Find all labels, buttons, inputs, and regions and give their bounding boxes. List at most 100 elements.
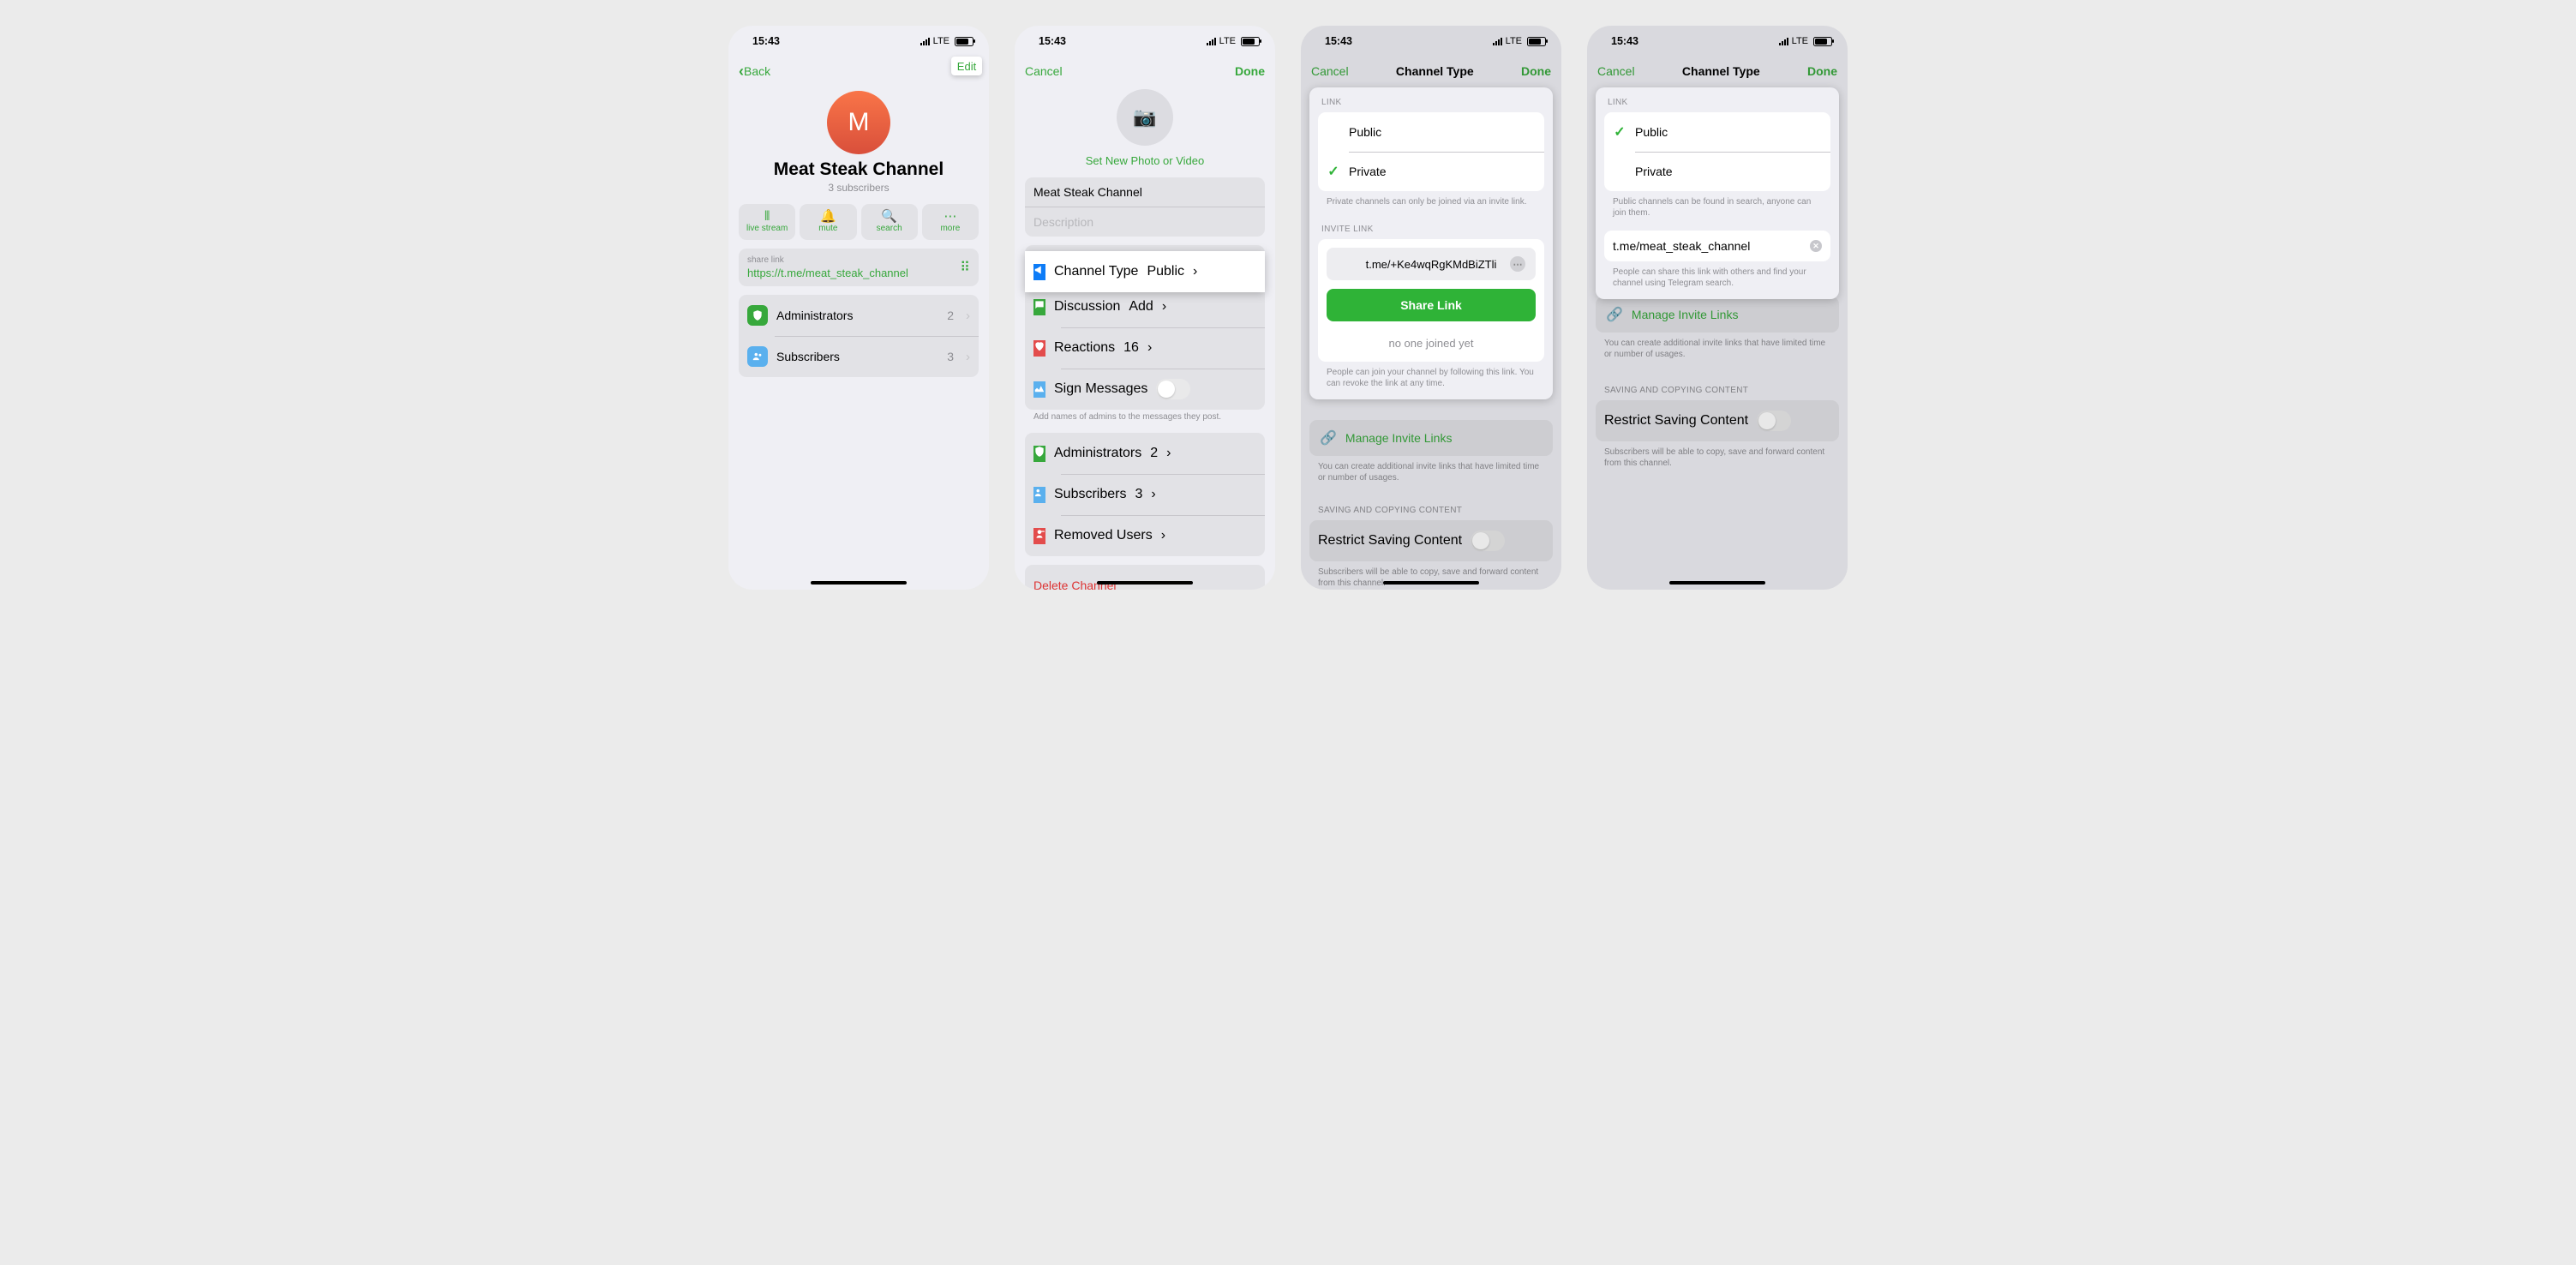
manage-footer: You can create additional invite links t… bbox=[1604, 338, 1830, 360]
set-photo-link[interactable]: Set New Photo or Video bbox=[1015, 154, 1275, 167]
pill-live-stream[interactable]: ⦀live stream bbox=[739, 204, 795, 240]
signal-icon bbox=[1493, 38, 1502, 45]
ellipsis-icon[interactable]: ⋯ bbox=[1510, 256, 1525, 272]
link-type-overlay: LINK ✓ Public Private Public channels ca… bbox=[1596, 87, 1839, 299]
row-reactions[interactable]: Reactions 16 › bbox=[1025, 327, 1265, 369]
row-discussion[interactable]: Discussion Add › bbox=[1025, 286, 1265, 327]
invite-header: INVITE LINK bbox=[1309, 214, 1553, 239]
chevron-right-icon: › bbox=[1147, 340, 1152, 356]
share-link-label: share link bbox=[747, 255, 908, 265]
channel-avatar[interactable]: M bbox=[827, 91, 890, 154]
public-footer: Public channels can be found in search, … bbox=[1613, 196, 1822, 219]
pill-mute[interactable]: 🔔mute bbox=[800, 204, 856, 240]
share-link-url: https://t.me/meat_steak_channel bbox=[747, 267, 908, 279]
search-icon: 🔍 bbox=[881, 211, 897, 223]
qr-icon[interactable]: ⠿ bbox=[960, 259, 970, 276]
chevron-right-icon: › bbox=[1193, 264, 1197, 279]
shield-icon bbox=[747, 305, 768, 326]
public-url-input[interactable]: t.me/meat_steak_channel ✕ bbox=[1604, 231, 1830, 261]
battery-icon bbox=[1241, 37, 1260, 46]
manage-footer-bg: You can create additional invite links t… bbox=[1318, 461, 1544, 483]
nav-title: Channel Type bbox=[1396, 64, 1474, 78]
screen-channel-type-private: 15:43 LTE Cancel Channel Type Done 🔗 Man… bbox=[1301, 26, 1561, 590]
sign-messages-toggle[interactable] bbox=[1156, 379, 1190, 399]
invite-footer: People can join your channel by followin… bbox=[1327, 367, 1536, 389]
row-removed-users[interactable]: Removed Users › bbox=[1025, 515, 1265, 556]
status-right: LTE bbox=[920, 36, 973, 46]
nav-bar: Cancel Done bbox=[1015, 51, 1275, 87]
option-private[interactable]: Private bbox=[1604, 152, 1830, 191]
row-subscribers[interactable]: Subscribers 3 › bbox=[1025, 474, 1265, 515]
option-public[interactable]: ✓ Public bbox=[1604, 112, 1830, 152]
photo-placeholder[interactable]: 📷 bbox=[1117, 89, 1173, 146]
status-net: LTE bbox=[933, 36, 950, 46]
row-subscribers[interactable]: Subscribers 3 › bbox=[739, 336, 979, 377]
share-link-button[interactable]: Share Link bbox=[1327, 289, 1536, 321]
home-indicator bbox=[1097, 581, 1193, 585]
no-one-joined: no one joined yet bbox=[1318, 330, 1544, 360]
battery-icon bbox=[1813, 37, 1832, 46]
link-header: LINK bbox=[1309, 87, 1553, 112]
sign-messages-footer: Add names of admins to the messages they… bbox=[1033, 411, 1256, 423]
row-delete-channel[interactable]: Delete Channel bbox=[1025, 565, 1265, 590]
chevron-right-icon: › bbox=[1161, 528, 1165, 543]
cancel-button[interactable]: Cancel bbox=[1311, 64, 1349, 78]
status-bar: 15:43 LTE bbox=[1015, 26, 1275, 51]
nav-bar: Cancel Channel Type Done bbox=[1301, 51, 1561, 87]
done-button[interactable]: Done bbox=[1521, 64, 1551, 78]
url-footer: People can share this link with others a… bbox=[1613, 267, 1822, 289]
restrict-toggle-bg[interactable] bbox=[1471, 531, 1505, 551]
share-link-box[interactable]: share link https://t.me/meat_steak_chann… bbox=[739, 249, 979, 286]
invite-link-text: t.me/+Ke4wqRgKMdBiZTli bbox=[1352, 258, 1510, 271]
battery-icon bbox=[1527, 37, 1546, 46]
link-type-group: Public ✓ Private bbox=[1318, 112, 1544, 191]
home-indicator bbox=[1669, 581, 1765, 585]
pill-more[interactable]: ⋯more bbox=[922, 204, 979, 240]
row-manage-links-bg[interactable]: 🔗 Manage Invite Links bbox=[1309, 420, 1553, 456]
heart-icon bbox=[1033, 340, 1045, 357]
row-restrict-saving[interactable]: Restrict Saving Content bbox=[1596, 400, 1839, 441]
option-private[interactable]: ✓ Private bbox=[1318, 152, 1544, 191]
status-bar: 15:43 LTE bbox=[1587, 26, 1848, 51]
status-bar: 15:43 LTE bbox=[728, 26, 989, 51]
action-pills: ⦀live stream 🔔mute 🔍search ⋯more bbox=[728, 194, 989, 249]
signature-icon bbox=[1033, 381, 1045, 398]
bell-icon: 🔔 bbox=[820, 211, 836, 223]
invite-link-chip[interactable]: t.me/+Ke4wqRgKMdBiZTli ⋯ bbox=[1327, 248, 1536, 280]
done-button[interactable]: Done bbox=[1235, 64, 1265, 78]
chat-icon bbox=[1033, 299, 1045, 315]
invite-link-group: t.me/+Ke4wqRgKMdBiZTli ⋯ Share Link no o… bbox=[1318, 239, 1544, 362]
channel-name-input[interactable]: Meat Steak Channel bbox=[1025, 177, 1265, 207]
done-button[interactable]: Done bbox=[1807, 64, 1837, 78]
cancel-button[interactable]: Cancel bbox=[1025, 64, 1063, 78]
row-administrators[interactable]: Administrators 2 › bbox=[739, 295, 979, 336]
pill-search[interactable]: 🔍search bbox=[861, 204, 918, 240]
row-restrict-saving-bg[interactable]: Restrict Saving Content bbox=[1309, 520, 1553, 561]
cancel-button[interactable]: Cancel bbox=[1597, 64, 1635, 78]
row-sign-messages[interactable]: Sign Messages bbox=[1025, 369, 1265, 410]
restrict-footer-bg: Subscribers will be able to copy, save a… bbox=[1318, 567, 1544, 589]
name-desc-group: Meat Steak Channel Description bbox=[1025, 177, 1265, 237]
row-manage-links[interactable]: 🔗 Manage Invite Links bbox=[1596, 297, 1839, 333]
back-button[interactable]: ‹ Back bbox=[739, 64, 770, 78]
option-public[interactable]: Public bbox=[1318, 112, 1544, 152]
check-icon: ✓ bbox=[1327, 163, 1340, 180]
description-input[interactable]: Description bbox=[1025, 207, 1265, 237]
row-administrators[interactable]: Administrators 2 › bbox=[1025, 433, 1265, 474]
link-type-group: ✓ Public Private bbox=[1604, 112, 1830, 191]
clear-icon[interactable]: ✕ bbox=[1810, 240, 1822, 252]
private-footer: Private channels can only be joined via … bbox=[1327, 196, 1536, 207]
people-icon bbox=[747, 346, 768, 367]
more-icon: ⋯ bbox=[944, 211, 956, 223]
chevron-right-icon: › bbox=[1162, 299, 1166, 315]
edit-button-highlight[interactable]: Edit bbox=[951, 57, 982, 75]
status-time: 15:43 bbox=[1039, 35, 1066, 47]
link-header: LINK bbox=[1596, 87, 1839, 112]
edit-button-label: Edit bbox=[957, 60, 976, 73]
screen-channel-type-public: 15:43 LTE Cancel Channel Type Done 🔗 Man… bbox=[1587, 26, 1848, 590]
restrict-toggle[interactable] bbox=[1757, 411, 1791, 431]
row-channel-type-highlight[interactable]: Channel Type Public › bbox=[1025, 251, 1265, 292]
home-indicator bbox=[811, 581, 907, 585]
public-url-value: t.me/meat_steak_channel bbox=[1613, 239, 1750, 253]
live-stream-icon: ⦀ bbox=[764, 211, 770, 223]
